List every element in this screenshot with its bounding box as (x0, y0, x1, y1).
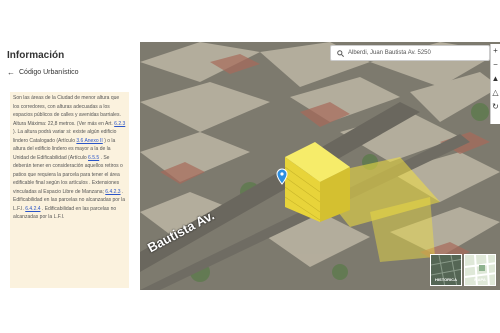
layer-mapa-button[interactable]: MAPA (464, 254, 496, 286)
article-link[interactable]: 6.4.2.4 (25, 206, 40, 212)
layer-historica-button[interactable]: HISTORICA (430, 254, 462, 286)
compass-icon[interactable]: ▲ (492, 72, 500, 86)
panel-subtitle: Código Urbanístico (19, 69, 79, 76)
note-text: . Edificabilidad en las parcelas no (41, 205, 117, 212)
article-link[interactable]: 6.4.2.3 (105, 189, 120, 195)
zoom-in-button[interactable]: + (493, 44, 498, 58)
panel-title: Información (7, 50, 65, 61)
layer-historica-label: HISTORICA (435, 277, 457, 282)
rotate-icon[interactable]: ↻ (492, 100, 499, 114)
aerial-map[interactable] (140, 42, 500, 290)
info-panel: Información ← Código Urbanístico Son las… (0, 40, 140, 293)
back-arrow-icon[interactable]: ← (7, 68, 15, 77)
info-note: Son las áreas de la Ciudad de menor altu… (10, 92, 129, 288)
article-link[interactable]: 6.5.5 (88, 155, 99, 161)
search-icon (337, 49, 344, 57)
zoom-out-button[interactable]: − (493, 58, 498, 72)
tilt-icon[interactable]: △ (492, 86, 498, 100)
map-3d-view[interactable]: Bautista Av. Alberdi, Juan Bautista Av. … (140, 42, 500, 290)
search-input[interactable]: Alberdi, Juan Bautista Av. 5250 (348, 50, 431, 56)
address-search-bar[interactable]: Alberdi, Juan Bautista Av. 5250 (330, 45, 490, 61)
article-link[interactable]: 6.2.3 (114, 121, 125, 127)
layer-mapa-label: MAPA (474, 277, 486, 282)
note-text: Son las áreas de la Ciudad de menor altu… (13, 95, 121, 127)
note-text: alcanzadas por la L.F.I. (13, 214, 65, 220)
map-controls: + − ▲ △ ↻ (490, 44, 500, 124)
article-link[interactable]: 3.6 Anexo II (76, 138, 102, 144)
back-to-codigo-urbanistico[interactable]: ← Código Urbanístico (7, 68, 79, 77)
